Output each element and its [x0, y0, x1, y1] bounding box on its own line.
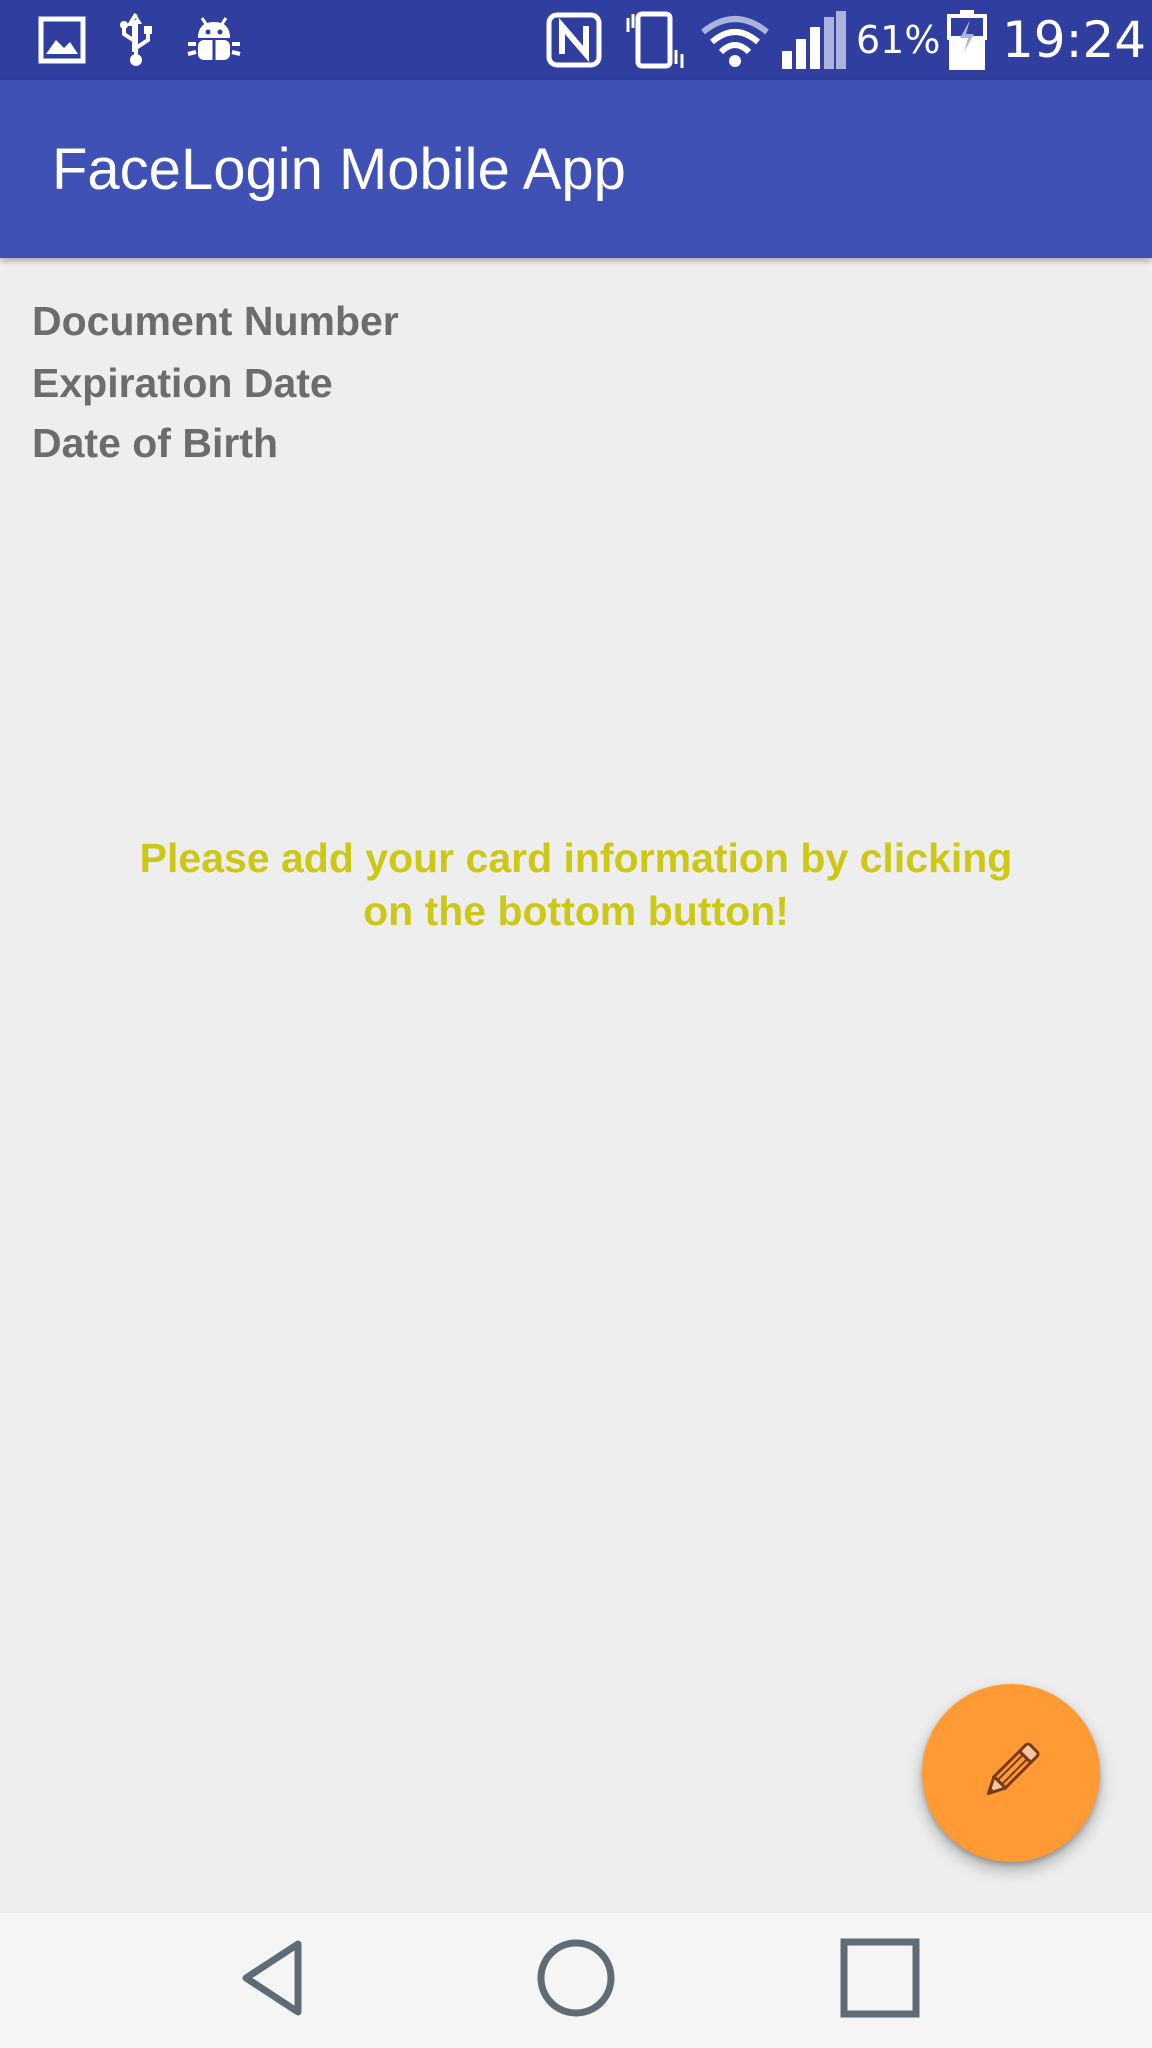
empty-state-line-2: on the bottom button! — [363, 888, 789, 934]
back-icon — [232, 1938, 312, 2023]
pencil-icon — [975, 1735, 1047, 1812]
status-bar: 61% 19:24 — [0, 0, 1152, 80]
android-debug-icon — [186, 0, 242, 80]
clock: 19:24 — [1002, 11, 1147, 69]
battery-percent: 61% — [856, 18, 941, 62]
signal-icon — [780, 0, 848, 80]
empty-state-message: Please add your card information by clic… — [0, 832, 1152, 938]
recents-button[interactable] — [810, 1913, 950, 2048]
battery-charging-icon — [946, 0, 988, 80]
expiration-date-label: Expiration Date — [32, 360, 333, 406]
usb-icon — [116, 0, 156, 80]
app-bar: FaceLogin Mobile App — [0, 80, 1152, 258]
app-title: FaceLogin Mobile App — [52, 136, 626, 202]
date-of-birth-label: Date of Birth — [32, 420, 278, 466]
empty-state-line-1: Please add your card information by clic… — [139, 835, 1013, 881]
nfc-icon — [546, 0, 602, 80]
add-card-button[interactable] — [922, 1684, 1100, 1862]
back-button[interactable] — [202, 1913, 342, 2048]
wifi-icon — [700, 0, 770, 80]
image-icon — [38, 0, 86, 80]
document-number-label: Document Number — [32, 298, 399, 344]
home-icon — [536, 1938, 616, 2023]
vibrate-icon — [622, 0, 688, 80]
navigation-bar — [0, 1913, 1152, 2048]
recents-icon — [840, 1938, 920, 2023]
home-button[interactable] — [506, 1913, 646, 2048]
screen: 61% 19:24 FaceLogin Mobile App Document … — [0, 0, 1152, 2048]
